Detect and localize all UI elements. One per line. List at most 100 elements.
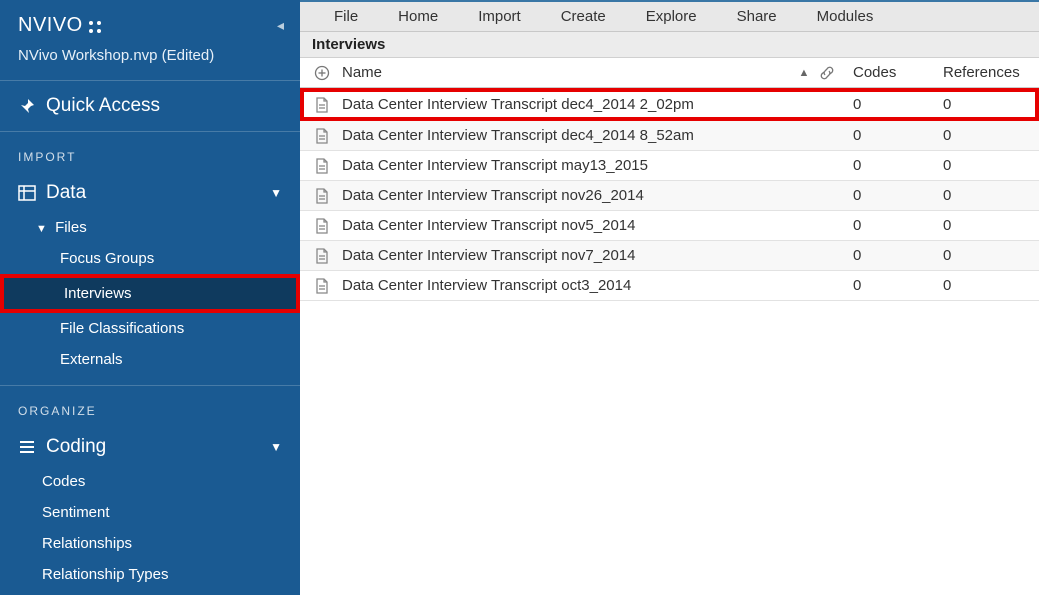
group-coding-label: Coding	[46, 436, 106, 458]
quick-access[interactable]: Quick Access	[0, 81, 300, 132]
sidebar-item-file-classifications[interactable]: File Classifications	[0, 313, 300, 344]
chevron-down-icon: ▼	[270, 440, 282, 454]
menu-label: Home	[398, 8, 438, 25]
table-row[interactable]: Data Center Interview Transcript oct3_20…	[300, 271, 1039, 301]
logo-dots-icon	[87, 19, 101, 33]
table-row[interactable]: Data Center Interview Transcript nov5_20…	[300, 211, 1039, 241]
table-row[interactable]: Data Center Interview Transcript nov7_20…	[300, 241, 1039, 271]
sidebar-item-label: Sentiment	[42, 504, 110, 521]
menu-home[interactable]: Home	[378, 2, 458, 31]
sidebar-item-relationship-types[interactable]: Relationship Types	[0, 559, 300, 590]
sidebar: NVIVO ◂ NVivo Workshop.nvp (Edited) Quic…	[0, 0, 300, 595]
menu-explore[interactable]: Explore	[626, 2, 717, 31]
row-references: 0	[939, 127, 1029, 144]
sort-indicator-icon[interactable]: ▲	[789, 67, 819, 79]
row-name: Data Center Interview Transcript nov7_20…	[334, 247, 789, 264]
sidebar-item-label: Relationship Types	[42, 566, 168, 583]
row-codes: 0	[849, 247, 939, 264]
menu-label: Explore	[646, 8, 697, 25]
group-coding[interactable]: Coding ▼	[0, 428, 300, 466]
document-icon	[310, 188, 334, 204]
sidebar-item-relationships[interactable]: Relationships	[0, 528, 300, 559]
sidebar-collapse-icon[interactable]: ◂	[277, 17, 284, 34]
sidebar-sub-files-label: Files	[55, 219, 87, 236]
row-codes: 0	[849, 157, 939, 174]
column-codes[interactable]: Codes	[849, 64, 939, 81]
menu-file[interactable]: File	[314, 2, 378, 31]
menu-label: Modules	[817, 8, 874, 25]
link-column-icon	[819, 65, 849, 81]
main-panel: File Home Import Create Explore Share Mo…	[300, 0, 1039, 595]
document-icon	[310, 218, 334, 234]
row-name: Data Center Interview Transcript dec4_20…	[334, 127, 789, 144]
chevron-down-icon: ▼	[270, 186, 282, 200]
column-label: Codes	[853, 64, 896, 81]
app-logo: NVIVO	[18, 14, 101, 37]
column-references[interactable]: References	[939, 64, 1029, 81]
sidebar-item-label: Focus Groups	[60, 250, 154, 267]
row-references: 0	[939, 157, 1029, 174]
sidebar-item-label: Externals	[60, 351, 123, 368]
pin-icon	[18, 97, 36, 115]
sidebar-item-focus-groups[interactable]: Focus Groups	[0, 243, 300, 274]
table-row[interactable]: Data Center Interview Transcript may13_2…	[300, 151, 1039, 181]
menubar: File Home Import Create Explore Share Mo…	[300, 2, 1039, 32]
row-codes: 0	[849, 96, 939, 113]
menu-create[interactable]: Create	[541, 2, 626, 31]
row-references: 0	[939, 277, 1029, 294]
row-name: Data Center Interview Transcript may13_2…	[334, 157, 789, 174]
row-name: Data Center Interview Transcript nov5_20…	[334, 217, 789, 234]
document-icon	[310, 97, 334, 113]
section-organize: ORGANIZE	[0, 386, 300, 428]
sidebar-item-label: Codes	[42, 473, 85, 490]
quick-access-label: Quick Access	[46, 95, 160, 117]
sidebar-item-interviews[interactable]: Interviews	[0, 274, 300, 313]
document-icon	[310, 128, 334, 144]
menu-label: Import	[478, 8, 521, 25]
app-title: NVIVO	[18, 14, 83, 37]
document-icon	[310, 248, 334, 264]
group-data-label: Data	[46, 182, 86, 204]
menu-label: File	[334, 8, 358, 25]
table-row[interactable]: Data Center Interview Transcript dec4_20…	[300, 88, 1039, 121]
sidebar-item-codes[interactable]: Codes	[0, 466, 300, 497]
document-icon	[310, 278, 334, 294]
sidebar-item-label: Relationships	[42, 535, 132, 552]
menu-import[interactable]: Import	[458, 2, 541, 31]
sidebar-item-label: File Classifications	[60, 320, 184, 337]
menu-label: Create	[561, 8, 606, 25]
row-codes: 0	[849, 217, 939, 234]
table-row[interactable]: Data Center Interview Transcript nov26_2…	[300, 181, 1039, 211]
sidebar-item-label: Interviews	[64, 285, 132, 302]
column-name[interactable]: Name	[334, 64, 789, 81]
group-data[interactable]: Data ▼	[0, 174, 300, 212]
column-header-row: Name ▲ Codes References	[300, 58, 1039, 88]
row-name: Data Center Interview Transcript oct3_20…	[334, 277, 789, 294]
row-codes: 0	[849, 277, 939, 294]
row-codes: 0	[849, 127, 939, 144]
menu-modules[interactable]: Modules	[797, 2, 894, 31]
row-references: 0	[939, 96, 1029, 113]
sidebar-sub-files[interactable]: ▼ Files	[0, 212, 300, 243]
coding-icon	[18, 438, 36, 456]
column-label: References	[943, 64, 1020, 81]
row-codes: 0	[849, 187, 939, 204]
view-title: Interviews	[300, 32, 1039, 58]
chevron-down-icon: ▼	[36, 223, 47, 235]
row-references: 0	[939, 217, 1029, 234]
column-label: Name	[342, 64, 382, 81]
row-name: Data Center Interview Transcript dec4_20…	[334, 96, 789, 113]
menu-share[interactable]: Share	[717, 2, 797, 31]
table-body: Data Center Interview Transcript dec4_20…	[300, 88, 1039, 301]
table-row[interactable]: Data Center Interview Transcript dec4_20…	[300, 121, 1039, 151]
sidebar-item-externals[interactable]: Externals	[0, 344, 300, 375]
row-references: 0	[939, 247, 1029, 264]
row-references: 0	[939, 187, 1029, 204]
project-filename: NVivo Workshop.nvp (Edited)	[0, 43, 300, 81]
menu-label: Share	[737, 8, 777, 25]
sidebar-item-sentiment[interactable]: Sentiment	[0, 497, 300, 528]
add-item-icon[interactable]	[310, 65, 334, 81]
row-name: Data Center Interview Transcript nov26_2…	[334, 187, 789, 204]
data-icon	[18, 184, 36, 202]
section-import: IMPORT	[0, 132, 300, 174]
